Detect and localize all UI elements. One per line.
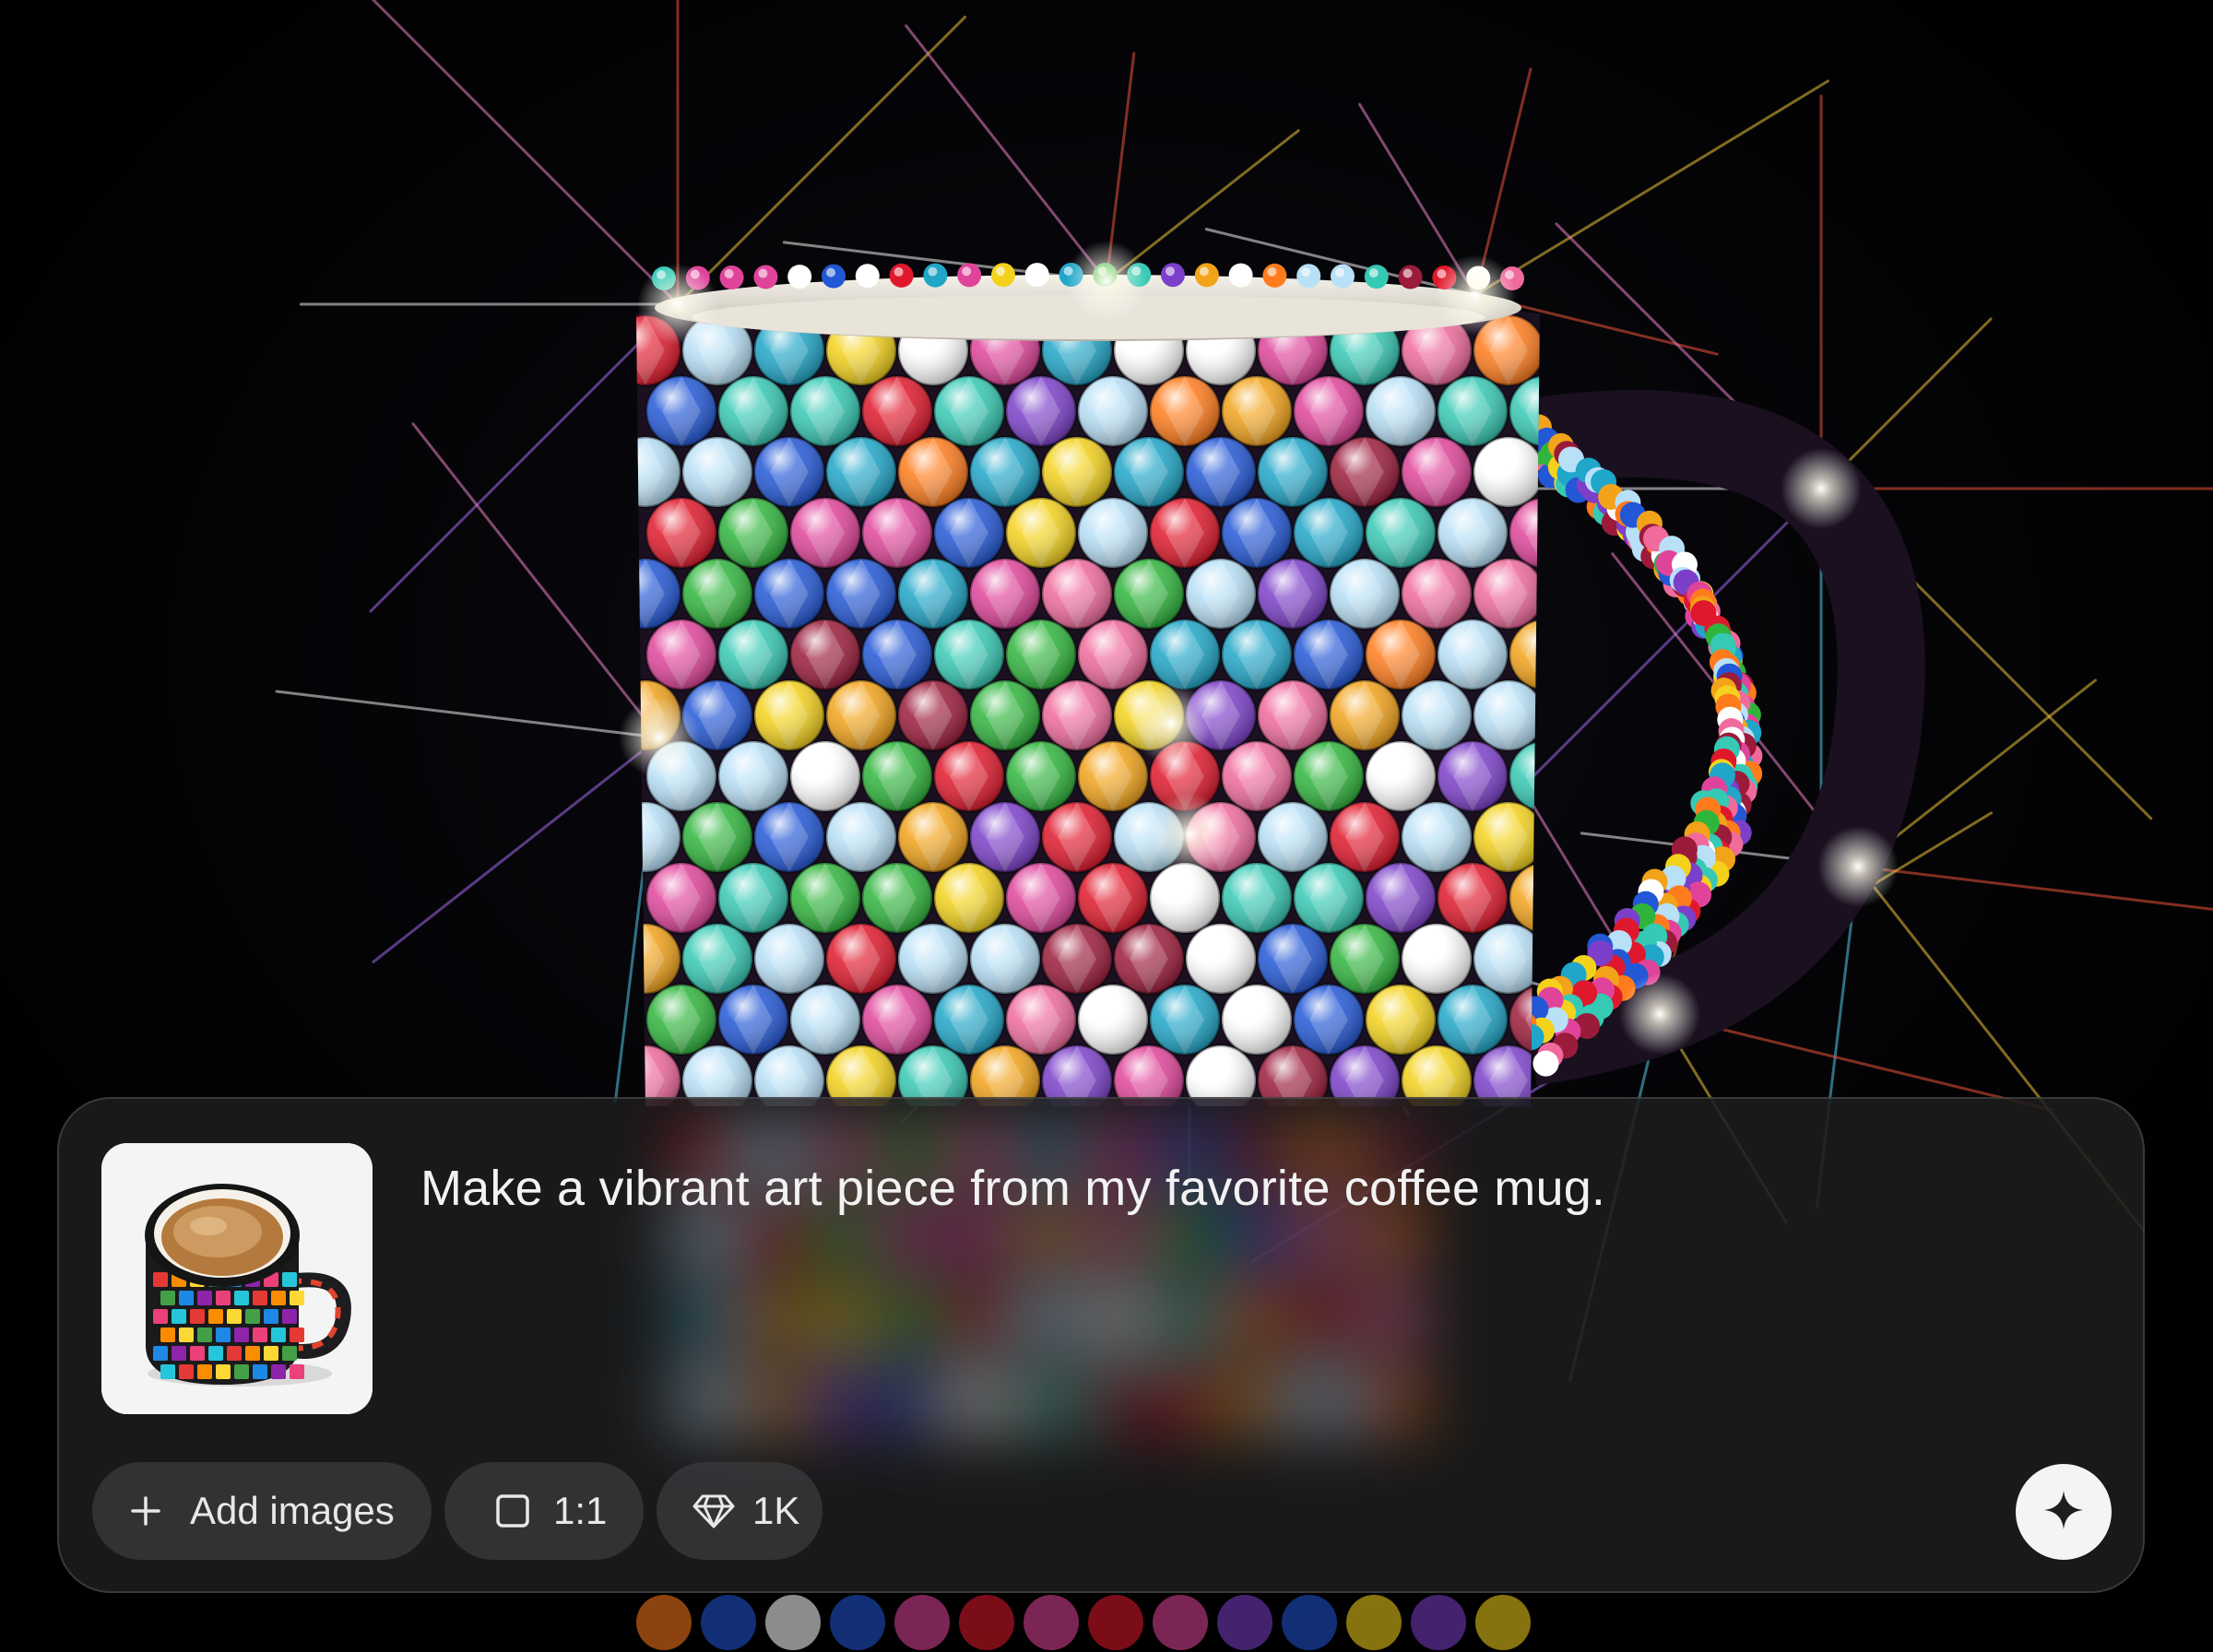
app-canvas: Make a vibrant art piece from my favorit… [0, 0, 2213, 1652]
prompt-text[interactable]: Make a vibrant art piece from my favorit… [420, 1160, 1605, 1217]
diamond-icon [692, 1493, 736, 1529]
aspect-ratio-button[interactable]: 1:1 [444, 1462, 644, 1560]
square-icon [494, 1493, 531, 1529]
add-images-button[interactable]: Add images [92, 1462, 432, 1560]
add-images-label: Add images [190, 1489, 395, 1532]
coffee-mug-photo-icon [101, 1143, 373, 1414]
resolution-label: 1K [752, 1489, 800, 1532]
plus-icon [127, 1493, 164, 1529]
aspect-ratio-label: 1:1 [553, 1489, 608, 1532]
generate-button[interactable] [2016, 1464, 2112, 1560]
reference-image-thumbnail[interactable] [101, 1143, 373, 1414]
resolution-button[interactable]: 1K [657, 1462, 822, 1560]
sparkle-icon [2041, 1488, 2086, 1537]
prompt-panel: Make a vibrant art piece from my favorit… [57, 1097, 2145, 1593]
